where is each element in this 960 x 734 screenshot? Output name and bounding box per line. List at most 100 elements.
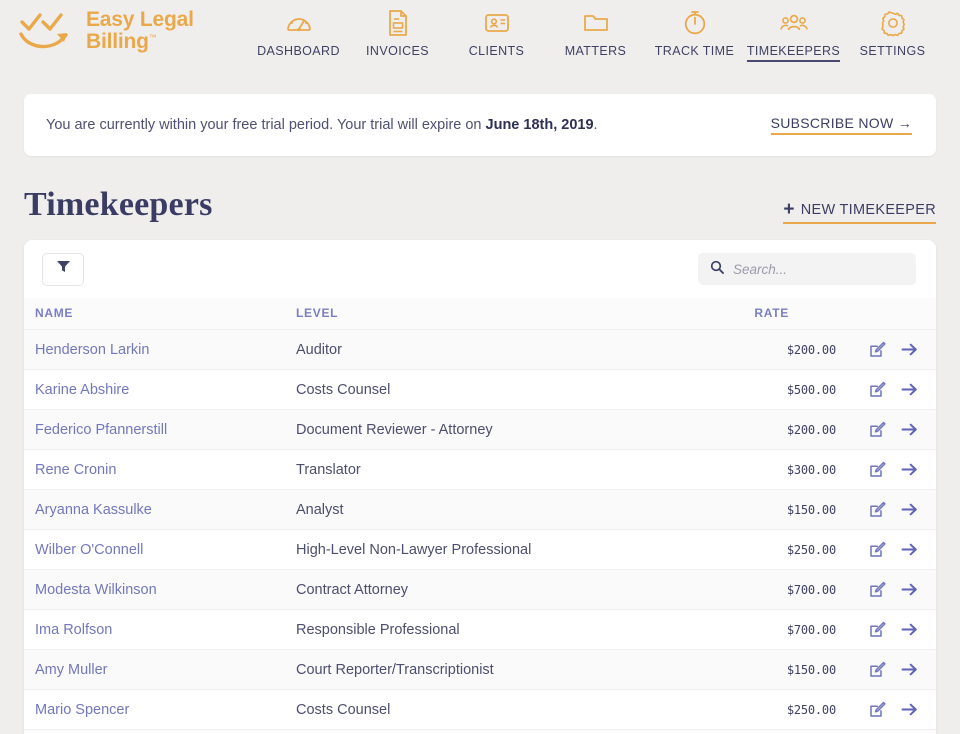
timekeeper-level: High-Level Non-Lawyer Professional: [296, 529, 736, 570]
edit-pencil-square-icon[interactable]: [869, 381, 886, 398]
edit-pencil-square-icon[interactable]: [869, 621, 886, 638]
trial-text-after: .: [593, 117, 598, 133]
filter-button[interactable]: [42, 252, 84, 286]
table-row[interactable]: Mario Spencer Costs Counsel $250.00: [24, 689, 936, 730]
brand-name: Easy Legal Billing™: [86, 7, 194, 53]
row-actions: [856, 529, 936, 570]
edit-pencil-square-icon[interactable]: [869, 661, 886, 678]
id-card-icon: [482, 8, 512, 38]
timekeeper-level: Document Reviewer - Attorney: [296, 409, 736, 450]
timekeeper-name-link[interactable]: Henderson Larkin: [24, 329, 296, 370]
timekeeper-name-link[interactable]: Karine Abshire: [24, 369, 296, 410]
column-header-rate[interactable]: RATE: [736, 298, 856, 330]
table-row[interactable]: Henderson Larkin Auditor $200.00: [24, 329, 936, 370]
table-row[interactable]: Wilber O'Connell High-Level Non-Lawyer Pr…: [24, 529, 936, 570]
table-row[interactable]: Ima Rolfson Responsible Professional $700.…: [24, 609, 936, 650]
stopwatch-icon: [682, 8, 708, 38]
timekeeper-rate: $150.00: [736, 649, 856, 690]
double-check-smile-arrow-icon: [18, 8, 76, 54]
brand-name-line2: Billing: [86, 30, 149, 53]
timekeeper-level: Court Reporter/Transcriptionist: [296, 649, 736, 690]
nav-item-clients[interactable]: CLIENTS: [447, 8, 546, 58]
timekeeper-name-link[interactable]: Rene Cronin: [24, 449, 296, 490]
timekeeper-name-link[interactable]: Amy Muller: [24, 649, 296, 690]
row-actions: [856, 329, 936, 370]
table-row[interactable]: Aryanna Kassulke Analyst $150.00: [24, 489, 936, 530]
nav-item-timekeepers[interactable]: TIMEKEEPERS: [744, 8, 843, 62]
table-row[interactable]: Rene Cronin Translator $300.00: [24, 449, 936, 490]
timekeeper-name-link[interactable]: Federico Pfannerstill: [24, 409, 296, 450]
table-row[interactable]: Federico Pfannerstill Document Reviewer -…: [24, 409, 936, 450]
trial-text-before: You are currently within your free trial…: [46, 117, 486, 133]
edit-pencil-square-icon[interactable]: [869, 581, 886, 598]
nav-item-dashboard-label: DASHBOARD: [257, 44, 340, 58]
arrow-right-icon: →: [897, 115, 912, 131]
arrow-right-icon[interactable]: [901, 542, 918, 557]
timekeepers-table: NAME LEVEL RATE Henderson Larkin Auditor $…: [24, 298, 936, 730]
timekeeper-name-link[interactable]: Ima Rolfson: [24, 609, 296, 650]
timekeeper-name-link[interactable]: Wilber O'Connell: [24, 529, 296, 570]
timekeeper-name-link[interactable]: Aryanna Kassulke: [24, 489, 296, 530]
timekeeper-level: Translator: [296, 449, 736, 490]
trial-expiry-date: June 18th, 2019: [485, 117, 594, 133]
nav-item-timekeepers-label: TIMEKEEPERS: [746, 44, 841, 62]
nav-item-settings[interactable]: SETTINGS: [843, 8, 942, 58]
subscribe-now-label: SUBSCRIBE NOW: [770, 115, 894, 131]
nav-item-dashboard[interactable]: DASHBOARD: [249, 8, 348, 58]
table-row[interactable]: Modesta Wilkinson Contract Attorney $700.0…: [24, 569, 936, 610]
edit-pencil-square-icon[interactable]: [869, 461, 886, 478]
page-header: Timekeepers + NEW TIMEKEEPER: [24, 186, 936, 224]
timekeeper-level: Analyst: [296, 489, 736, 530]
arrow-right-icon[interactable]: [901, 342, 918, 357]
edit-pencil-square-icon[interactable]: [869, 701, 886, 718]
arrow-right-icon[interactable]: [901, 422, 918, 437]
search-input[interactable]: Search...: [698, 253, 916, 285]
table-row[interactable]: Karine Abshire Costs Counsel $500.00: [24, 369, 936, 410]
nav-item-settings-label: SETTINGS: [859, 44, 926, 58]
arrow-right-icon[interactable]: [901, 622, 918, 637]
gauge-icon: [285, 8, 313, 38]
timekeeper-level: Responsible Professional: [296, 609, 736, 650]
arrow-right-icon[interactable]: [901, 502, 918, 517]
table-header-row: NAME LEVEL RATE: [24, 298, 936, 330]
row-actions: [856, 689, 936, 730]
arrow-right-icon[interactable]: [901, 462, 918, 477]
page-title: Timekeepers: [24, 186, 213, 223]
nav-item-matters[interactable]: MATTERS: [546, 8, 645, 58]
arrow-right-icon[interactable]: [901, 702, 918, 717]
subscribe-now-button[interactable]: SUBSCRIBE NOW →: [770, 115, 912, 135]
table-row[interactable]: Amy Muller Court Reporter/Transcriptionis…: [24, 649, 936, 690]
row-actions: [856, 489, 936, 530]
table-body: Henderson Larkin Auditor $200.00 Karine Abs…: [24, 329, 936, 730]
arrow-right-icon[interactable]: [901, 382, 918, 397]
main-nav: DASHBOARD INVOICES CLIENTS MATTERS TRACK…: [249, 0, 942, 62]
arrow-right-icon[interactable]: [901, 582, 918, 597]
edit-pencil-square-icon[interactable]: [869, 341, 886, 358]
timekeeper-level: Costs Counsel: [296, 369, 736, 410]
new-timekeeper-button[interactable]: + NEW TIMEKEEPER: [783, 200, 936, 224]
edit-pencil-square-icon[interactable]: [869, 421, 886, 438]
timekeeper-rate: $250.00: [736, 689, 856, 730]
folder-icon: [581, 8, 611, 38]
nav-item-track-time[interactable]: TRACK TIME: [645, 8, 744, 58]
edit-pencil-square-icon[interactable]: [869, 501, 886, 518]
column-header-name[interactable]: NAME: [24, 298, 296, 330]
brand-logo[interactable]: Easy Legal Billing™: [18, 0, 249, 54]
edit-pencil-square-icon[interactable]: [869, 541, 886, 558]
timekeepers-card: Search... NAME LEVEL RATE Henderson Lark…: [24, 240, 936, 734]
column-header-level[interactable]: LEVEL: [296, 298, 736, 330]
pagination-bar: 1 - 10 of 10: [24, 730, 936, 734]
timekeeper-rate: $200.00: [736, 329, 856, 370]
nav-item-invoices[interactable]: INVOICES: [348, 8, 447, 58]
timekeeper-name-link[interactable]: Modesta Wilkinson: [24, 569, 296, 610]
row-actions: [856, 409, 936, 450]
arrow-right-icon[interactable]: [901, 662, 918, 677]
brand-trademark: ™: [148, 33, 157, 42]
timekeeper-rate: $700.00: [736, 569, 856, 610]
timekeeper-name-link[interactable]: Mario Spencer: [24, 689, 296, 730]
brand-name-line1: Easy Legal: [86, 7, 194, 31]
nav-item-clients-label: CLIENTS: [468, 44, 525, 58]
gear-icon: [879, 8, 907, 38]
timekeeper-level: Contract Attorney: [296, 569, 736, 610]
timekeeper-rate: $500.00: [736, 369, 856, 410]
